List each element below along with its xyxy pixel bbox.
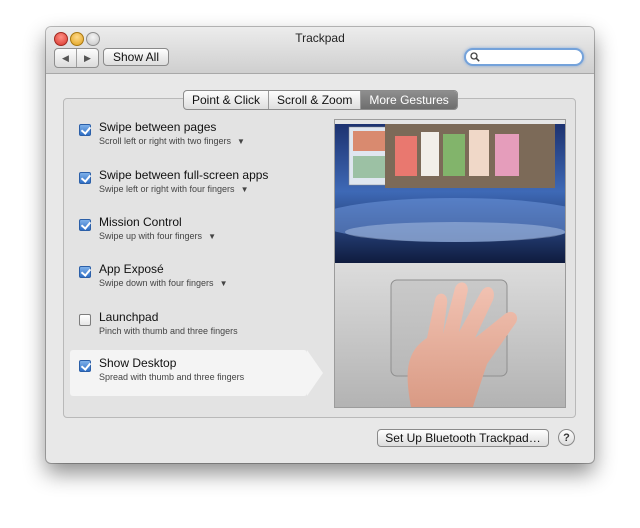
chevron-down-icon[interactable]: ▼ — [208, 232, 216, 241]
checkbox-mission-control[interactable] — [79, 219, 91, 231]
gesture-title: App Exposé — [99, 262, 164, 276]
help-button[interactable]: ? — [558, 429, 575, 446]
gesture-item-show-desktop[interactable]: Show Desktop Spread with thumb and three… — [70, 350, 323, 396]
forward-arrow-icon[interactable]: ▶ — [77, 49, 98, 67]
search-input[interactable] — [482, 50, 578, 64]
gesture-item-swipe-fullscreen[interactable]: Swipe between full-screen apps Swipe lef… — [65, 162, 325, 208]
checkbox-launchpad[interactable] — [79, 314, 91, 326]
gesture-preview-video — [334, 119, 566, 408]
checkbox-swipe-fullscreen[interactable] — [79, 172, 91, 184]
window-title: Trackpad — [295, 31, 345, 45]
nav-back-forward: ◀ ▶ — [54, 48, 99, 68]
trackpad-preferences-window: Trackpad ◀ ▶ Show All Point & Click Scro… — [46, 27, 594, 463]
checkbox-show-desktop[interactable] — [79, 360, 91, 372]
tab-bar: Point & Click Scroll & Zoom More Gesture… — [183, 90, 458, 110]
show-all-button[interactable]: Show All — [103, 48, 169, 66]
gesture-item-mission-control[interactable]: Mission Control Swipe up with four finge… — [65, 209, 325, 255]
tab-more-gestures[interactable]: More Gestures — [361, 91, 457, 109]
gesture-title: Swipe between full-screen apps — [99, 168, 269, 182]
gesture-item-launchpad[interactable]: Launchpad Pinch with thumb and three fin… — [65, 304, 325, 350]
setup-bluetooth-trackpad-button[interactable]: Set Up Bluetooth Trackpad… — [377, 429, 549, 447]
gesture-illustration — [335, 120, 565, 407]
gesture-subtitle[interactable]: Scroll left or right with two fingers ▼ — [99, 136, 245, 146]
gesture-title: Show Desktop — [99, 356, 177, 370]
title-bar: Trackpad ◀ ▶ Show All — [46, 27, 594, 74]
tab-point-click[interactable]: Point & Click — [184, 91, 270, 109]
gesture-title: Mission Control — [99, 215, 182, 229]
gesture-item-app-expose[interactable]: App Exposé Swipe down with four fingers ▼ — [65, 256, 325, 302]
back-arrow-icon[interactable]: ◀ — [55, 49, 77, 67]
checkbox-app-expose[interactable] — [79, 266, 91, 278]
gesture-subtitle: Spread with thumb and three fingers — [99, 372, 245, 382]
gesture-subtitle: Pinch with thumb and three fingers — [99, 326, 238, 336]
gesture-subtitle[interactable]: Swipe left or right with four fingers ▼ — [99, 184, 248, 194]
search-field[interactable] — [464, 48, 584, 66]
checkbox-swipe-pages[interactable] — [79, 124, 91, 136]
tab-scroll-zoom[interactable]: Scroll & Zoom — [269, 91, 362, 109]
gesture-title: Swipe between pages — [99, 120, 217, 134]
chevron-down-icon[interactable]: ▼ — [237, 137, 245, 146]
search-icon — [470, 52, 480, 62]
gesture-subtitle[interactable]: Swipe down with four fingers ▼ — [99, 278, 227, 288]
gesture-subtitle[interactable]: Swipe up with four fingers ▼ — [99, 231, 216, 241]
gesture-title: Launchpad — [99, 310, 159, 324]
gesture-item-swipe-pages[interactable]: Swipe between pages Scroll left or right… — [65, 114, 325, 160]
chevron-down-icon[interactable]: ▼ — [241, 185, 249, 194]
chevron-down-icon[interactable]: ▼ — [220, 279, 228, 288]
